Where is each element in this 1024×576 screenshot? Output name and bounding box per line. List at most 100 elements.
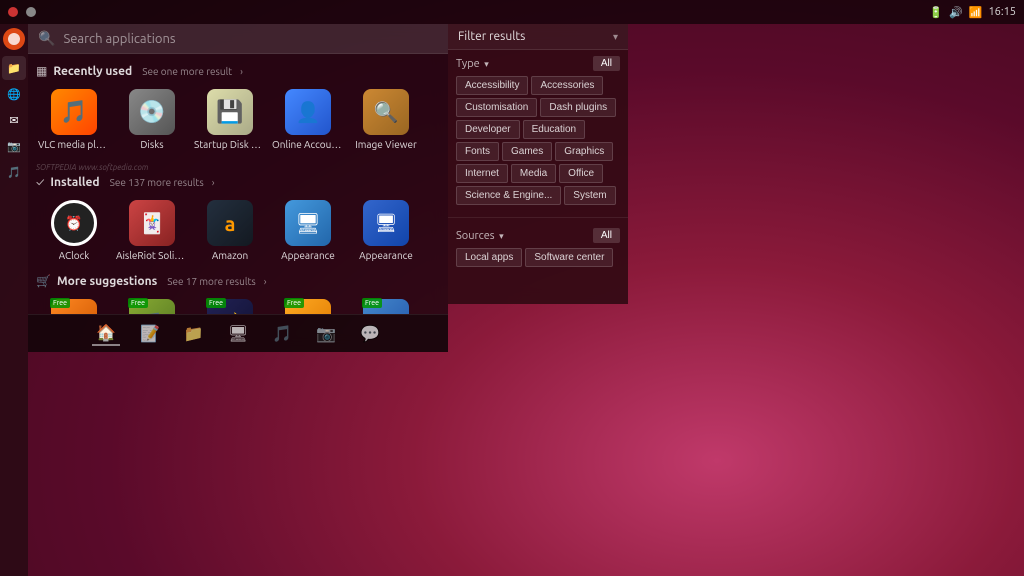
recently-used-title: Recently used	[53, 65, 132, 78]
app-icon-kritag: Free ✏	[284, 298, 332, 314]
app-icon-appearance2: 🖥	[362, 199, 410, 247]
app-icon-startup: 💾	[206, 88, 254, 136]
top-bar: 🔋 🔊 📶 16:15	[0, 0, 1024, 24]
installed-header: ✓ Installed See 137 more results ›	[36, 176, 440, 189]
app-icon-aclock: ⏰	[50, 199, 98, 247]
sources-all-button[interactable]: All	[593, 228, 620, 243]
suggestions-grid: Free ✏ Krita Sketch Free 🎵 Kid3-qt Free …	[36, 294, 440, 314]
filter-internet[interactable]: Internet	[456, 164, 508, 183]
filter-softwarecenter[interactable]: Software center	[525, 248, 613, 267]
app-icon-vlc: 🎵	[50, 88, 98, 136]
cat-music[interactable]: 🎵	[268, 322, 296, 345]
app-item-kritag[interactable]: Free ✏ Krita Gemini	[270, 294, 346, 314]
sidebar-item-4[interactable]: 📷	[2, 134, 26, 158]
aclock-icon: ⏰	[51, 200, 97, 246]
filter-dashplugins[interactable]: Dash plugins	[540, 98, 616, 117]
app-item-window[interactable]: Free ℹ Window Mocker	[348, 294, 424, 314]
app-icon-aisle: 🃏	[128, 199, 176, 247]
filter-graphics[interactable]: Graphics	[555, 142, 613, 161]
aisle-icon: 🃏	[129, 200, 175, 246]
app-item-image[interactable]: 🔍 Image Viewer	[348, 84, 424, 155]
free-badge-window: Free	[362, 298, 382, 308]
cat-video[interactable]: 🖥	[224, 322, 252, 345]
app-label-image: Image Viewer	[355, 139, 417, 151]
clock: 16:15	[988, 6, 1016, 18]
dash-content: ▦ Recently used See one more result › 🎵 …	[28, 54, 448, 314]
sources-filter-buttons: Local apps Software center	[456, 248, 620, 267]
app-indicator	[26, 7, 36, 17]
app-item-amazon[interactable]: a Amazon	[192, 195, 268, 266]
suggestions-link[interactable]: See 17 more results	[167, 276, 255, 287]
installed-icon: ✓	[36, 176, 44, 189]
recently-used-link[interactable]: See one more result	[142, 66, 232, 77]
softpedia-watermark: SOFTPEDIA www.softpedia.com	[36, 163, 440, 172]
filter-customisation[interactable]: Customisation	[456, 98, 537, 117]
free-badge-lightlocker: Free	[206, 298, 226, 308]
disks-icon: 💿	[129, 89, 175, 135]
filter-system[interactable]: System	[564, 186, 615, 205]
suggestions-header: 🛒 More suggestions See 17 more results ›	[36, 274, 440, 288]
filter-accessibility[interactable]: Accessibility	[456, 76, 528, 95]
sidebar-item-3[interactable]: ✉	[2, 108, 26, 132]
image-icon: 🔍	[363, 89, 409, 135]
app-item-kid3[interactable]: Free 🎵 Kid3-qt	[114, 294, 190, 314]
app-item-krita[interactable]: Free ✏ Krita Sketch	[36, 294, 112, 314]
app-label-aisle: AisleRiot Solitaire	[116, 250, 188, 262]
app-item-disks[interactable]: 💿 Disks	[114, 84, 190, 155]
app-item-lightlocker[interactable]: Free 🌙 Light Locker Settings	[192, 294, 268, 314]
type-section-header: Type ▾ All	[456, 56, 620, 71]
ubuntu-button[interactable]	[3, 28, 25, 50]
top-bar-left	[8, 7, 36, 17]
app-label-accounts: Online Accounts	[272, 139, 344, 151]
cat-apps[interactable]: 📝	[136, 322, 164, 345]
filter-fonts[interactable]: Fonts	[456, 142, 499, 161]
app-item-accounts[interactable]: 👤 Online Accounts	[270, 84, 346, 155]
sidebar-item-2[interactable]: 🌐	[2, 82, 26, 106]
filter-games[interactable]: Games	[502, 142, 552, 161]
appearance2-icon: 🖥	[363, 200, 409, 246]
recently-used-header: ▦ Recently used See one more result ›	[36, 64, 440, 78]
app-item-aclock[interactable]: ⏰ AClock	[36, 195, 112, 266]
installed-arrow: ›	[212, 177, 215, 188]
suggestions-title: More suggestions	[57, 275, 157, 288]
category-bar: 🏠 📝 📁 🖥 🎵 📷 💬	[28, 314, 448, 352]
filter-localapps[interactable]: Local apps	[456, 248, 522, 267]
cat-social[interactable]: 💬	[356, 322, 384, 345]
dash-panel: 🔍 ▦ Recently used See one more result › …	[28, 24, 448, 352]
filter-developer[interactable]: Developer	[456, 120, 520, 139]
sidebar: 📁 🌐 ✉ 📷 🎵	[0, 24, 28, 576]
amazon-icon: a	[207, 200, 253, 246]
app-item-aisle[interactable]: 🃏 AisleRiot Solitaire	[114, 195, 190, 266]
recently-used-arrow: ›	[240, 66, 243, 77]
filter-accessories[interactable]: Accessories	[531, 76, 603, 95]
filter-office[interactable]: Office	[559, 164, 603, 183]
recently-used-grid: 🎵 VLC media player 💿 Disks 💾 Startup Dis…	[36, 84, 440, 155]
sidebar-item-1[interactable]: 📁	[2, 56, 26, 80]
type-all-button[interactable]: All	[593, 56, 620, 71]
filter-divider	[448, 217, 628, 218]
filter-media[interactable]: Media	[511, 164, 556, 183]
app-item-appearance2[interactable]: 🖥 Appearance	[348, 195, 424, 266]
cat-files[interactable]: 📁	[180, 322, 208, 345]
filter-science[interactable]: Science & Engine...	[456, 186, 561, 205]
app-item-startup[interactable]: 💾 Startup Disk Creator	[192, 84, 268, 155]
filter-chevron-icon: ▾	[613, 31, 618, 43]
app-label-aclock: AClock	[59, 250, 90, 262]
sidebar-item-5[interactable]: 🎵	[2, 160, 26, 184]
filter-education[interactable]: Education	[523, 120, 585, 139]
app-icon-disks: 💿	[128, 88, 176, 136]
app-item-vlc[interactable]: 🎵 VLC media player	[36, 84, 112, 155]
sources-section-title: Sources ▾	[456, 230, 504, 242]
installed-link[interactable]: See 137 more results	[110, 177, 204, 188]
recently-used-icon: ▦	[36, 64, 47, 78]
startup-icon: 💾	[207, 89, 253, 135]
suggestions-arrow: ›	[264, 276, 267, 287]
cat-home[interactable]: 🏠	[92, 321, 120, 346]
installed-title: Installed	[50, 176, 99, 189]
app-label-amazon: Amazon	[212, 250, 248, 262]
app-item-appearance1[interactable]: 🖥 Appearance	[270, 195, 346, 266]
search-input[interactable]	[63, 32, 438, 46]
cat-photos[interactable]: 📷	[312, 322, 340, 345]
sources-filter-section: Sources ▾ All Local apps Software center	[448, 222, 628, 275]
app-label-startup: Startup Disk Creator	[194, 139, 266, 151]
